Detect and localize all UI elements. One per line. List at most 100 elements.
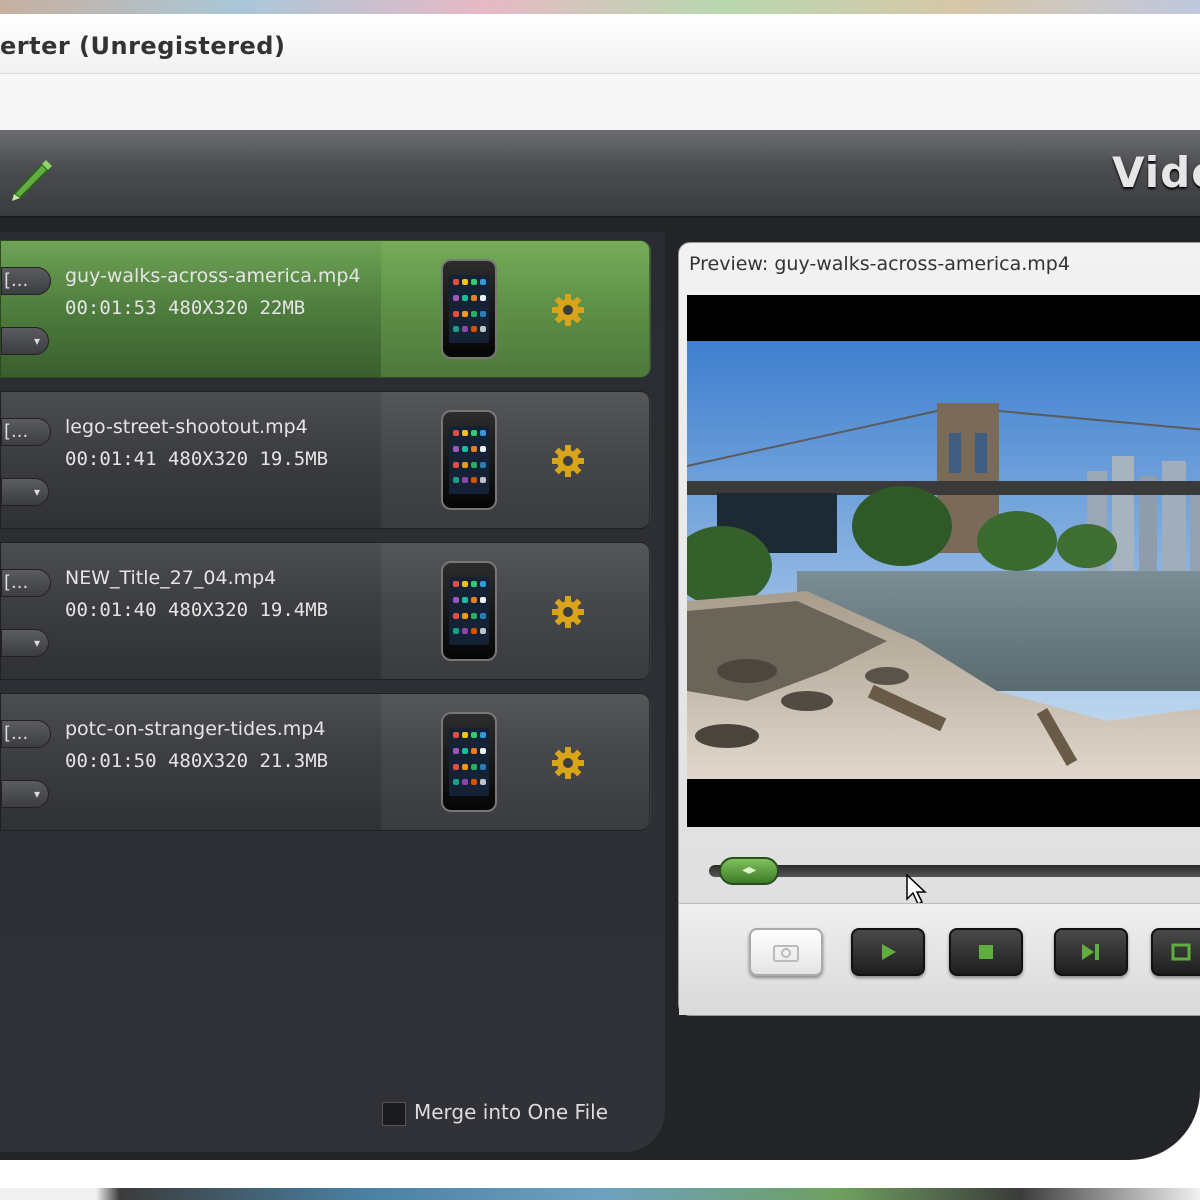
app-icon (453, 445, 459, 452)
audio-dropdown[interactable]: ▾ (1, 327, 49, 355)
app-icon (471, 763, 477, 770)
file-name: guy-walks-across-america.mp4 (65, 265, 361, 287)
app-icon (462, 628, 468, 635)
file-row[interactable]: [... ▾ potc-on-stranger-tides.mp4 00:01:… (0, 693, 651, 831)
chevron-down-icon: ▾ (33, 636, 40, 650)
chevron-down-icon: ▾ (33, 787, 40, 801)
app-icon (471, 612, 477, 619)
file-meta: 00:01:40 480X320 19.4MB (65, 599, 329, 621)
app-icon (471, 628, 477, 635)
app-icon (462, 310, 468, 317)
phone-screen (449, 728, 489, 796)
source-dropdown[interactable]: [... (1, 418, 51, 446)
gear-icon[interactable] (551, 293, 585, 327)
app-icon (462, 461, 468, 468)
audio-dropdown[interactable]: ▾ (1, 780, 49, 808)
source-dropdown[interactable]: [... (1, 267, 51, 295)
app-icon (471, 732, 477, 738)
file-meta: 00:01:41 480X320 19.5MB (65, 448, 329, 470)
app-icon (480, 461, 486, 468)
seek-handle[interactable]: ◂▸ (719, 857, 780, 885)
stop-button[interactable] (949, 928, 1023, 976)
video-player[interactable] (687, 295, 1200, 827)
app-icon (453, 477, 459, 484)
source-dropdown[interactable]: [... (1, 720, 51, 748)
menu-gap (0, 74, 1200, 130)
file-row[interactable]: [... ▾ guy-walks-across-america.mp4 00:0… (0, 240, 651, 378)
iphone-profile-icon[interactable] (441, 259, 497, 359)
play-button[interactable] (851, 928, 925, 976)
desktop-strip (0, 0, 1200, 14)
mouse-cursor-icon (906, 873, 927, 906)
app-icon (480, 294, 486, 301)
gear-icon[interactable] (551, 746, 585, 780)
phone-screen (449, 426, 489, 494)
app-icon (471, 326, 477, 333)
app-icon (453, 310, 459, 317)
app-icon (462, 747, 468, 754)
file-meta: 00:01:50 480X320 21.3MB (65, 750, 329, 772)
app-icon (453, 763, 459, 770)
app-icon (462, 779, 468, 786)
app-icon (462, 581, 468, 587)
next-button[interactable] (1054, 928, 1128, 976)
app-icon (480, 326, 486, 333)
file-name: NEW_Title_27_04.mp4 (65, 567, 277, 589)
seek-bar[interactable] (709, 865, 1200, 877)
app-icon (480, 477, 486, 484)
app-icon (480, 310, 486, 317)
app-icon (471, 779, 477, 786)
fullscreen-button[interactable] (1151, 928, 1200, 976)
toolbar: Vide (0, 130, 1200, 218)
profile-area (381, 543, 651, 679)
app-icon (480, 779, 486, 786)
app-icon (462, 294, 468, 301)
iphone-profile-icon[interactable] (441, 561, 497, 661)
app-icon (471, 596, 477, 603)
app-icon (453, 779, 459, 786)
app-icon (453, 581, 459, 587)
playback-controls (679, 903, 1200, 1015)
app-icon (453, 279, 459, 285)
next-icon (1056, 930, 1126, 974)
preview-title: Preview: guy-walks-across-america.mp4 (689, 253, 1070, 275)
camera-icon (751, 930, 821, 974)
file-row[interactable]: [... ▾ NEW_Title_27_04.mp4 00:01:40 480X… (0, 542, 651, 680)
video-frame-image (687, 341, 1200, 779)
iphone-profile-icon[interactable] (441, 410, 497, 510)
source-dropdown[interactable]: [... (1, 569, 51, 597)
file-meta: 00:01:53 480X320 22MB (65, 297, 306, 319)
app-screenshot: erter (Unregistered) Vide [... ▾ guy-wal… (0, 0, 1200, 1200)
pencil-icon[interactable] (8, 156, 56, 204)
file-row[interactable]: [... ▾ lego-street-shootout.mp4 00:01:41… (0, 391, 651, 529)
app-icon (453, 628, 459, 635)
app-icon (462, 445, 468, 452)
chevron-down-icon: ▾ (33, 485, 40, 499)
taskbar-strip (0, 1188, 1200, 1200)
profile-area (381, 392, 651, 528)
app-icon (471, 581, 477, 587)
app-icon (480, 747, 486, 754)
app-icon (453, 461, 459, 468)
chevron-down-icon: ▾ (33, 334, 40, 348)
app-icon (471, 747, 477, 754)
iphone-profile-icon[interactable] (441, 712, 497, 812)
merge-label: Merge into One File (414, 1100, 609, 1124)
play-icon (853, 930, 923, 974)
merge-checkbox[interactable] (382, 1102, 406, 1126)
gear-icon[interactable] (551, 444, 585, 478)
fullscreen-icon (1153, 930, 1200, 974)
file-name: potc-on-stranger-tides.mp4 (65, 718, 326, 740)
app-icon (480, 430, 486, 436)
gear-icon[interactable] (551, 595, 585, 629)
audio-dropdown[interactable]: ▾ (1, 629, 49, 657)
app-icon (453, 294, 459, 301)
app-icon (480, 279, 486, 285)
app-icon (480, 763, 486, 770)
snapshot-button[interactable] (749, 928, 823, 976)
app-icon (480, 628, 486, 635)
preview-panel: Preview: guy-walks-across-america.mp4 ◂▸ (678, 242, 1200, 1016)
app-body: Vide [... ▾ guy-walks-across-america.mp4… (0, 130, 1200, 1200)
app-icon (462, 763, 468, 770)
audio-dropdown[interactable]: ▾ (1, 478, 49, 506)
